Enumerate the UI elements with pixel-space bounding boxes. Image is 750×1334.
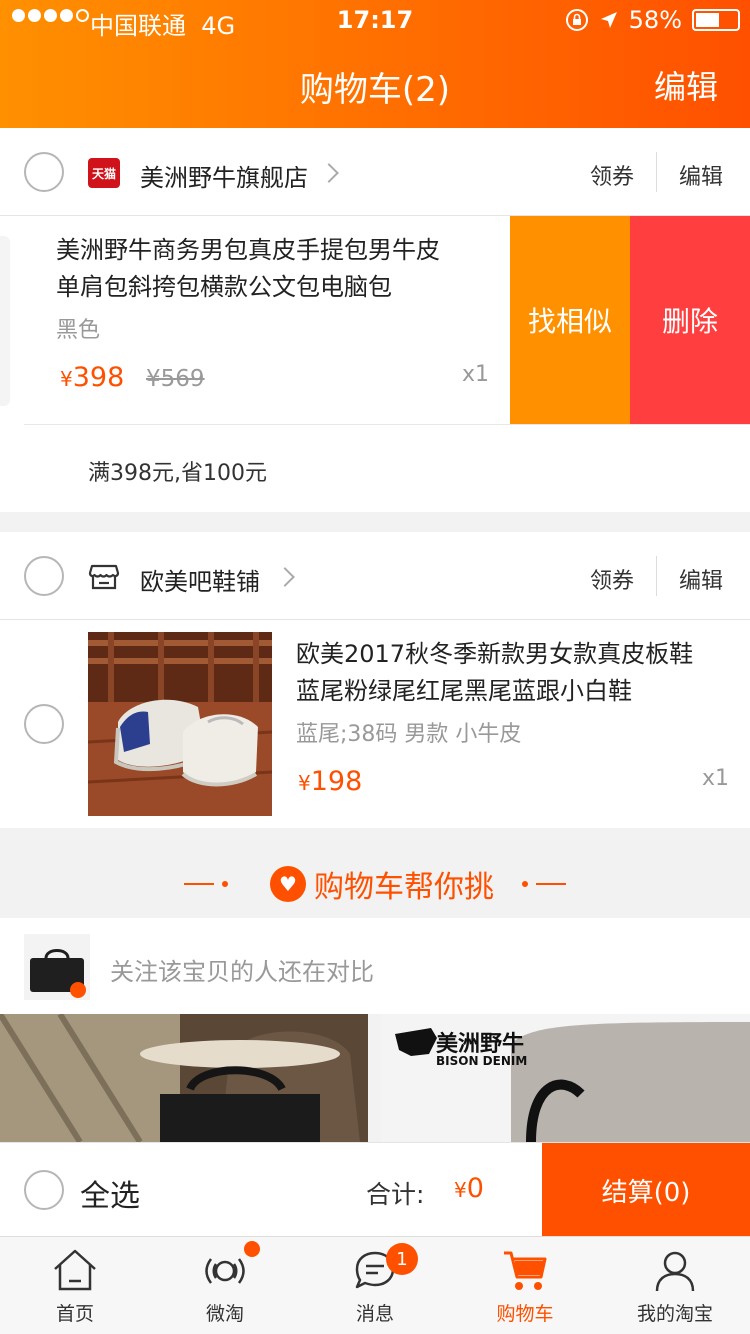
page-title: 购物车(2) xyxy=(299,70,451,110)
tab-label: 首页 xyxy=(55,1303,94,1325)
shop-edit-button[interactable]: 编辑 xyxy=(679,563,723,595)
product-sku: 蓝尾;38码 男款 小牛皮 xyxy=(296,722,522,747)
product-old-price: ¥569 xyxy=(146,366,205,392)
delete-button[interactable]: 删除 xyxy=(630,216,750,424)
decor-dot xyxy=(222,881,228,887)
status-right: 58% xyxy=(565,6,740,34)
cart-item[interactable]: 美洲野牛商务男包真皮手提包男牛皮 单肩包斜挎包横款公文包电脑包 黑色 ¥398 … xyxy=(0,216,750,424)
tab-label: 我的淘宝 xyxy=(636,1303,713,1325)
decor-dot xyxy=(522,881,528,887)
tab-bar: 首页 微淘 1 消息 购物车 我的淘宝 xyxy=(0,1236,750,1334)
find-similar-button[interactable]: 找相似 xyxy=(510,216,630,424)
product-sku: 黑色 xyxy=(56,318,101,343)
select-all-checkbox[interactable] xyxy=(24,1170,64,1210)
product-image[interactable] xyxy=(88,632,272,816)
location-icon xyxy=(600,12,617,28)
shop-edit-button[interactable]: 编辑 xyxy=(679,159,723,191)
tab-label: 消息 xyxy=(355,1303,394,1325)
battery-percent: 58% xyxy=(628,6,682,34)
decor-line xyxy=(184,883,214,885)
status-bar: 中国联通 4G 17:17 58% xyxy=(0,0,750,40)
product-quantity: x1 xyxy=(462,362,490,387)
divider xyxy=(24,424,750,425)
chevron-right-icon xyxy=(319,163,339,183)
user-icon xyxy=(655,1251,695,1292)
coupon-button[interactable]: 领券 xyxy=(590,563,634,595)
total-amount: ¥0 xyxy=(454,1173,484,1204)
store-icon xyxy=(88,564,120,590)
battery-icon xyxy=(692,9,740,31)
shop-select-checkbox[interactable] xyxy=(24,152,64,192)
promo-text[interactable]: 满398元,省100元 xyxy=(88,455,267,487)
tab-label: 微淘 xyxy=(205,1303,244,1325)
total-label: 合计: xyxy=(366,1180,425,1209)
divider xyxy=(656,152,657,192)
tab-my-taobao[interactable]: 我的淘宝 xyxy=(600,1237,750,1334)
checkout-bar: 全选 合计: ¥0 结算(0) xyxy=(0,1142,750,1237)
ad-brand-name-en: BISON DENIM xyxy=(436,1054,528,1068)
coupon-button[interactable]: 领券 xyxy=(590,159,634,191)
home-icon xyxy=(54,1249,96,1291)
decor-line xyxy=(536,883,566,885)
header: 中国联通 4G 17:17 58% 购物车(2) 编辑 xyxy=(0,0,750,128)
heart-icon: ♥ xyxy=(270,866,306,902)
product-title[interactable]: 美洲野牛商务男包真皮手提包男牛皮 单肩包斜挎包横款公文包电脑包 xyxy=(56,232,496,306)
compare-text: 关注该宝贝的人还在对比 xyxy=(110,958,374,986)
shop-card: 天猫 美洲野牛旗舰店 领券 编辑 美洲野牛商务男包真皮手提包男牛皮 单肩包斜挎包… xyxy=(0,128,750,512)
cart-icon xyxy=(504,1251,547,1290)
recommend-title: 购物车帮你挑 xyxy=(314,870,494,905)
item-select-checkbox[interactable] xyxy=(24,704,64,744)
product-price: ¥398 xyxy=(60,362,125,393)
shop-header: 欧美吧鞋铺 领券 编辑 xyxy=(0,532,750,620)
chevron-right-icon xyxy=(275,567,295,587)
recommend-section-header: ♥ 购物车帮你挑 xyxy=(0,828,750,918)
message-badge: 1 xyxy=(386,1243,418,1275)
tab-home[interactable]: 首页 xyxy=(0,1237,150,1334)
tab-cart[interactable]: 购物车 xyxy=(450,1237,600,1334)
edit-button[interactable]: 编辑 xyxy=(654,62,718,108)
product-price: ¥198 xyxy=(298,766,363,797)
tab-messages[interactable]: 1 消息 xyxy=(300,1237,450,1334)
checkout-button[interactable]: 结算(0) xyxy=(542,1143,750,1237)
compare-row[interactable]: 关注该宝贝的人还在对比 xyxy=(0,918,750,1014)
product-title[interactable]: 欧美2017秋冬季新款男女款真皮板鞋 蓝尾粉绿尾红尾黑尾蓝跟小白鞋 xyxy=(296,636,736,710)
product-image-edge xyxy=(0,236,10,406)
broadcast-icon xyxy=(205,1258,245,1284)
shop-header: 天猫 美洲野牛旗舰店 领券 编辑 xyxy=(0,128,750,216)
compare-thumbnail xyxy=(24,934,90,1000)
shop-name[interactable]: 美洲野牛旗舰店 xyxy=(140,158,308,193)
tab-weitao[interactable]: 微淘 xyxy=(150,1237,300,1334)
select-all-label[interactable]: 全选 xyxy=(80,1171,140,1215)
shop-card: 欧美吧鞋铺 领券 编辑 欧美2017秋冬季新款男女款真皮板鞋 蓝尾粉绿尾红尾黑尾… xyxy=(0,532,750,828)
tab-label: 购物车 xyxy=(496,1303,554,1325)
shop-name[interactable]: 欧美吧鞋铺 xyxy=(140,562,260,597)
product-quantity: x1 xyxy=(702,766,730,791)
recommend-product-image[interactable] xyxy=(0,1014,368,1142)
divider xyxy=(656,556,657,596)
notification-dot xyxy=(244,1241,260,1257)
rotation-lock-icon xyxy=(565,9,588,31)
tmall-icon: 天猫 xyxy=(88,158,120,188)
shop-select-checkbox[interactable] xyxy=(24,556,64,596)
